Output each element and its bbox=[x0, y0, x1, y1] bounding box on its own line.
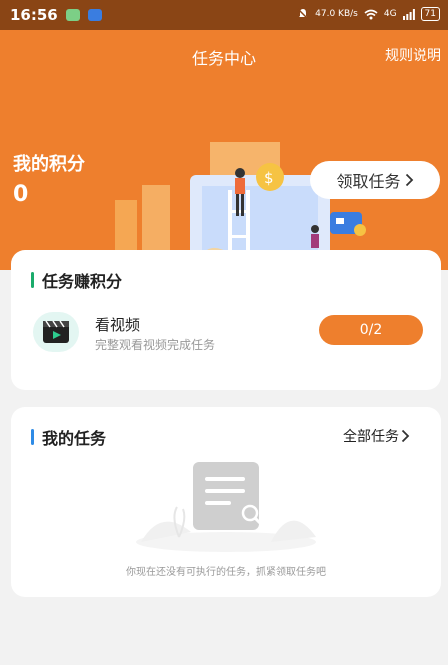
earn-points-card: 任务赚积分 看视频 完整观看视频完成任务 0/2 bbox=[11, 250, 441, 390]
all-tasks-link[interactable]: 全部任务 bbox=[343, 426, 410, 446]
status-indicators: 47.0 KB/s 4G 71 bbox=[297, 7, 440, 21]
section-title-mine: 我的任务 bbox=[31, 425, 106, 449]
task-progress-button[interactable]: 0/2 bbox=[319, 315, 423, 345]
banner-illustration: $ bbox=[115, 142, 400, 270]
my-tasks-card: 我的任务 全部任务 你现在还没有可执行的任务，抓紧领取任务吧 bbox=[11, 407, 441, 597]
section-title-earn: 任务赚积分 bbox=[31, 268, 122, 292]
header-banner: 任务中心 规则说明 我的积分 0 $ 领取任务 bbox=[0, 30, 448, 270]
task-name: 看视频 bbox=[95, 316, 141, 334]
chevron-right-icon bbox=[401, 429, 410, 443]
svg-text:$: $ bbox=[264, 169, 274, 187]
assistant-app-icon bbox=[88, 9, 102, 21]
empty-state-illustration bbox=[136, 462, 316, 552]
signal-icon bbox=[402, 8, 415, 20]
title-accent-bar bbox=[31, 429, 34, 445]
all-tasks-label: 全部任务 bbox=[343, 429, 399, 445]
points-label: 我的积分 bbox=[13, 154, 85, 175]
title-accent-bar bbox=[31, 272, 34, 288]
battery-icon: 71 bbox=[420, 7, 440, 21]
my-tasks-title: 我的任务 bbox=[42, 429, 107, 448]
chevron-right-icon bbox=[405, 173, 413, 187]
points-value: 0 bbox=[13, 182, 29, 207]
claim-task-label: 领取任务 bbox=[336, 172, 401, 191]
rules-link[interactable]: 规则说明 bbox=[385, 45, 441, 65]
status-time: 16:56 bbox=[10, 6, 58, 24]
net-speed: 47.0 KB/s bbox=[315, 9, 358, 19]
message-app-icon bbox=[66, 9, 80, 21]
status-bar: 16:56 47.0 KB/s 4G 71 bbox=[0, 0, 448, 30]
page-title: 任务中心 bbox=[191, 49, 256, 68]
earn-section-title: 任务赚积分 bbox=[42, 272, 123, 291]
task-description: 完整观看视频完成任务 bbox=[95, 338, 216, 352]
claim-task-button[interactable]: 领取任务 bbox=[310, 161, 440, 199]
empty-state-text: 你现在还没有可执行的任务，抓紧领取任务吧 bbox=[126, 567, 326, 578]
signal-type: 4G bbox=[383, 9, 397, 19]
video-icon bbox=[33, 312, 79, 352]
bell-muted-icon bbox=[297, 8, 309, 20]
wifi-icon bbox=[364, 9, 378, 19]
